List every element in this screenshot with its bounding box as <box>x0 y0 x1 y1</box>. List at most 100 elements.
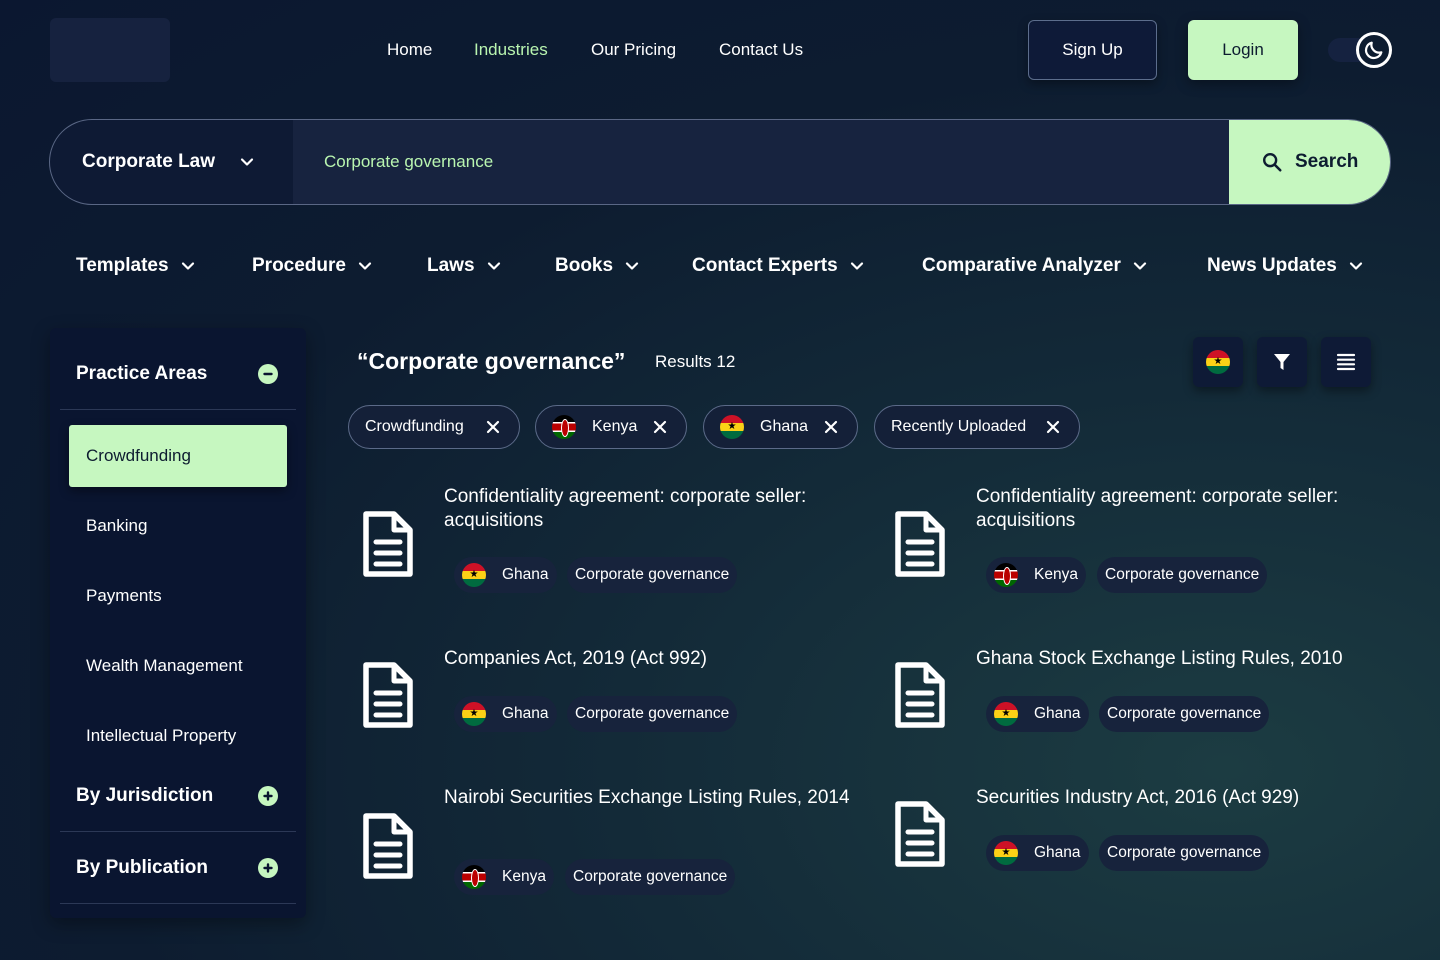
logo[interactable] <box>50 18 170 82</box>
nav-pricing[interactable]: Our Pricing <box>591 40 676 60</box>
divider <box>60 831 296 832</box>
menu-procedure[interactable]: Procedure <box>252 255 372 277</box>
chevron-down-icon <box>487 262 500 270</box>
result-title[interactable]: Companies Act, 2019 (Act 992) <box>444 647 864 671</box>
filter-chip-label: Kenya <box>592 418 638 435</box>
plus-icon <box>263 791 273 801</box>
ghana-flag-icon <box>1206 350 1230 374</box>
divider <box>60 409 296 410</box>
chevron-down-icon <box>850 262 863 270</box>
category-select[interactable]: Corporate Law <box>50 120 293 204</box>
menu-procedure-label: Procedure <box>252 255 346 276</box>
practice-area-wealth-management[interactable]: Wealth Management <box>86 656 243 676</box>
filter-button[interactable] <box>1257 337 1307 387</box>
country-tag-label: Ghana <box>1034 844 1081 861</box>
signup-button[interactable]: Sign Up <box>1028 20 1157 80</box>
result-title[interactable]: Ghana Stock Exchange Listing Rules, 2010 <box>976 647 1396 671</box>
by-jurisdiction-heading[interactable]: By Jurisdiction <box>76 785 213 807</box>
result-title[interactable]: Confidentiality agreement: corporate sel… <box>976 485 1396 533</box>
plus-icon <box>263 863 273 873</box>
moon-icon <box>1364 41 1383 60</box>
country-tag-label: Ghana <box>1034 705 1081 722</box>
menu-books[interactable]: Books <box>555 255 639 277</box>
search-button[interactable]: Search <box>1229 120 1390 204</box>
expand-icon[interactable] <box>258 786 278 806</box>
chevron-down-icon <box>1133 262 1146 270</box>
by-publication-heading[interactable]: By Publication <box>76 857 208 879</box>
close-icon[interactable] <box>823 419 839 435</box>
kenya-flag-icon <box>552 415 576 439</box>
menu-laws[interactable]: Laws <box>427 255 501 277</box>
country-tag: Ghana <box>986 696 1089 732</box>
chevron-down-icon <box>625 262 639 270</box>
topic-tag: Corporate governance <box>567 696 738 732</box>
country-tag-label: Kenya <box>502 868 546 885</box>
filter-chip-ghana[interactable]: Ghana <box>703 405 858 449</box>
menu-comparative-analyzer[interactable]: Comparative Analyzer <box>922 255 1147 277</box>
result-title[interactable]: Nairobi Securities Exchange Listing Rule… <box>444 786 864 810</box>
list-view-button[interactable] <box>1321 337 1371 387</box>
result-title[interactable]: Confidentiality agreement: corporate sel… <box>444 485 864 533</box>
document-icon <box>895 662 945 728</box>
result-title[interactable]: Securities Industry Act, 2016 (Act 929) <box>976 786 1396 810</box>
practice-area-banking[interactable]: Banking <box>86 516 147 536</box>
ghana-flag-icon <box>462 702 486 726</box>
kenya-flag-icon <box>994 563 1018 587</box>
country-tag: Kenya <box>454 859 554 895</box>
menu-news-updates-label: News Updates <box>1207 255 1337 276</box>
filter-chip-crowdfunding[interactable]: Crowdfunding <box>348 405 520 449</box>
minus-icon <box>263 372 273 376</box>
filter-chip-kenya[interactable]: Kenya <box>535 405 687 449</box>
category-select-value: Corporate Law <box>82 151 216 172</box>
ghana-flag-icon <box>994 841 1018 865</box>
nav-contact[interactable]: Contact Us <box>719 40 803 60</box>
results-query: “Corporate governance” <box>357 348 626 374</box>
results-count: Results 12 <box>655 352 736 371</box>
close-icon[interactable] <box>652 419 668 435</box>
menu-contact-experts-label: Contact Experts <box>692 255 838 276</box>
menu-laws-label: Laws <box>427 255 475 276</box>
chevron-down-icon <box>358 262 372 270</box>
document-icon <box>363 813 413 879</box>
dark-mode-toggle[interactable] <box>1356 32 1392 68</box>
filter-chip-label: Crowdfunding <box>365 418 464 435</box>
menu-contact-experts[interactable]: Contact Experts <box>692 255 864 277</box>
filter-chip-recently-uploaded[interactable]: Recently Uploaded <box>874 405 1080 449</box>
search-input[interactable] <box>293 120 1229 204</box>
country-tag: Ghana <box>454 696 557 732</box>
country-selector-button[interactable] <box>1193 337 1243 387</box>
ghana-flag-icon <box>462 563 486 587</box>
topic-tag: Corporate governance <box>565 859 736 895</box>
ghana-flag-icon <box>720 415 744 439</box>
login-button[interactable]: Login <box>1188 20 1298 80</box>
practice-areas-heading[interactable]: Practice Areas <box>76 363 207 385</box>
practice-area-intellectual-property[interactable]: Intellectual Property <box>86 726 236 746</box>
expand-icon[interactable] <box>258 858 278 878</box>
practice-area-crowdfunding[interactable]: Crowdfunding <box>69 425 287 487</box>
menu-news-updates[interactable]: News Updates <box>1207 255 1363 277</box>
search-bar: Corporate Law Search <box>49 119 1391 205</box>
topic-tag: Corporate governance <box>1097 557 1268 593</box>
filter-chip-label: Recently Uploaded <box>891 418 1027 435</box>
chevron-down-icon <box>1349 262 1362 270</box>
collapse-icon[interactable] <box>258 364 278 384</box>
filter-icon <box>1274 354 1290 370</box>
menu-templates[interactable]: Templates <box>76 255 195 277</box>
nav-home[interactable]: Home <box>387 40 432 60</box>
menu-books-label: Books <box>555 255 614 276</box>
search-icon <box>1263 153 1282 172</box>
chevron-down-icon <box>240 158 254 166</box>
country-tag: Ghana <box>454 557 557 593</box>
topic-tag: Corporate governance <box>1099 696 1270 732</box>
document-icon <box>895 801 945 867</box>
topic-tag: Corporate governance <box>1099 835 1270 871</box>
practice-area-payments[interactable]: Payments <box>86 586 162 606</box>
kenya-flag-icon <box>462 865 486 889</box>
country-tag: Ghana <box>986 835 1089 871</box>
country-tag-label: Ghana <box>502 566 549 583</box>
nav-industries[interactable]: Industries <box>474 40 548 60</box>
menu-templates-label: Templates <box>76 255 169 276</box>
close-icon[interactable] <box>1045 419 1061 435</box>
ghana-flag-icon <box>994 702 1018 726</box>
close-icon[interactable] <box>485 419 501 435</box>
